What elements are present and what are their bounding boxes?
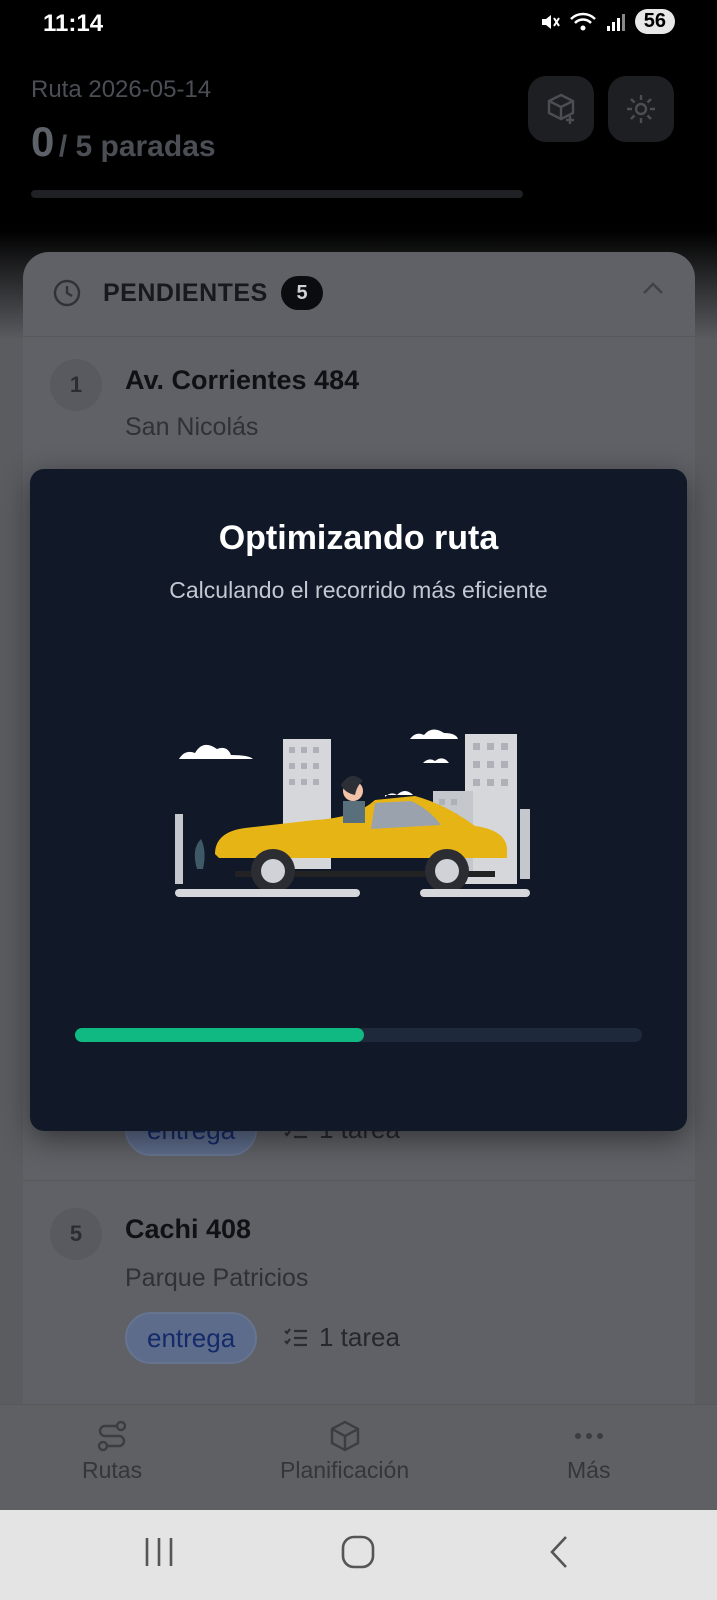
pending-count-badge: 5 (281, 276, 323, 310)
stop-area: Parque Patricios (125, 1264, 309, 1292)
battery-indicator: 56 (634, 9, 675, 34)
back-icon[interactable] (545, 1532, 575, 1572)
mute-icon (541, 14, 560, 29)
stop-item[interactable]: 1 Av. Corrientes 484 San Nicolás (23, 337, 695, 467)
nav-routes-label: Rutas (82, 1457, 143, 1483)
divider (23, 1180, 695, 1181)
recent-apps-icon[interactable] (142, 1532, 176, 1572)
stop-address: Cachi 408 (125, 1214, 252, 1244)
stop-item[interactable]: 5 Cachi 408 Parque Patricios entrega 1 t… (23, 1182, 695, 1412)
status-time: 11:14 (43, 10, 104, 37)
signal-icon (606, 13, 625, 31)
route-progress-bar (31, 190, 523, 198)
stop-area: San Nicolás (125, 413, 259, 441)
package-plus-icon (547, 93, 575, 124)
stop-number: 1 (50, 359, 102, 411)
status-bar: 11:14 56 (0, 0, 717, 48)
section-title: PENDIENTES (103, 279, 268, 307)
system-navigation-bar (0, 1510, 717, 1600)
stop-number: 5 (50, 1208, 102, 1260)
nav-more[interactable]: Más (567, 1419, 610, 1484)
stops-done: 0 (31, 118, 55, 165)
pending-section-header[interactable]: PENDIENTES 5 (23, 252, 695, 337)
dialog-title: Optimizando ruta (218, 519, 499, 557)
stop-type-tag: entrega (125, 1312, 258, 1364)
route-label: Ruta 2026-05-14 (31, 76, 212, 103)
route-icon (97, 1420, 127, 1452)
task-label: 1 tarea (319, 1322, 400, 1352)
optimization-progress-bar (75, 1028, 642, 1042)
bottom-navigation: Rutas Planificación Más (0, 1404, 717, 1510)
cube-icon (330, 1420, 359, 1452)
optimization-progress-fill (75, 1028, 365, 1042)
more-dots-icon (574, 1433, 603, 1439)
nav-planning-label: Planificación (280, 1457, 410, 1483)
add-package-button[interactable] (528, 76, 594, 142)
nav-more-label: Más (567, 1457, 611, 1483)
route-stop-count: 0 / 5 paradas (31, 118, 216, 166)
home-icon[interactable] (338, 1532, 378, 1572)
dialog-subtitle: Calculando el recorrido más eficiente (169, 577, 548, 603)
chevron-up-icon[interactable] (641, 280, 665, 296)
optimizing-route-dialog: Optimizando ruta Calculando el recorrido… (30, 469, 687, 1131)
stop-task-count: 1 tarea (283, 1322, 400, 1353)
nav-planning[interactable]: Planificación (280, 1419, 409, 1484)
stops-total: / 5 paradas (58, 130, 216, 163)
nav-routes[interactable]: Rutas (82, 1419, 142, 1484)
car-city-illustration (175, 729, 530, 897)
wifi-icon (569, 12, 596, 30)
status-icons: 56 (539, 9, 675, 34)
settings-button[interactable] (608, 76, 674, 142)
stop-address: Av. Corrientes 484 (125, 365, 360, 395)
checklist-icon (284, 1327, 307, 1346)
clock-icon (53, 279, 81, 307)
gear-icon (627, 95, 655, 123)
